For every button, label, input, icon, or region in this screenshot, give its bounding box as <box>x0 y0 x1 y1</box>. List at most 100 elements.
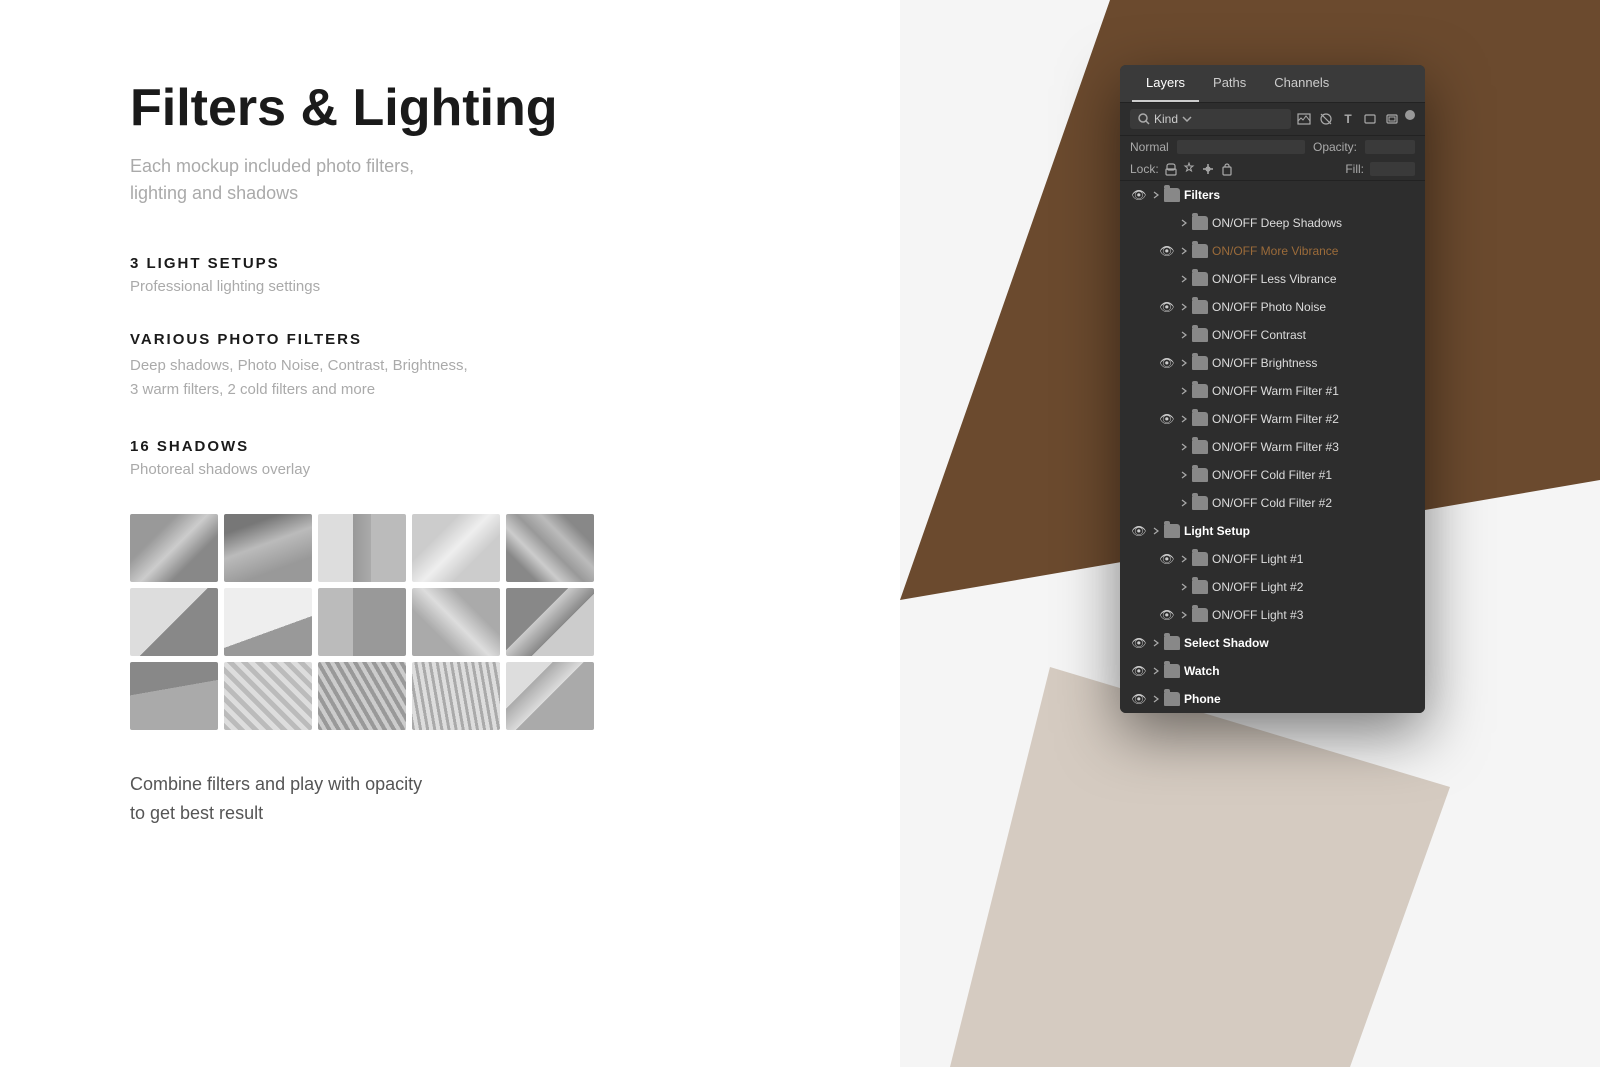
filter-shape-icon[interactable] <box>1361 110 1379 128</box>
cb-contrast <box>1140 328 1154 342</box>
folder-light-3 <box>1192 608 1208 622</box>
filter-adjustment-icon[interactable] <box>1317 110 1335 128</box>
cb-light-2 <box>1140 580 1154 594</box>
section-shadows: 16 SHADOWS Photoreal shadows overlay <box>130 438 810 478</box>
layer-name-light-3: ON/OFF Light #3 <box>1212 608 1415 622</box>
layer-brightness[interactable]: 👁 ON/OFF Brightness <box>1120 349 1425 377</box>
lock-all-icon[interactable] <box>1221 162 1233 176</box>
filter-text-icon[interactable]: T <box>1339 110 1357 128</box>
chevron-more-vibrance <box>1180 247 1188 255</box>
group-light-setup[interactable]: 👁 Light Setup <box>1120 517 1425 545</box>
layer-name-warm-1: ON/OFF Warm Filter #1 <box>1212 384 1415 398</box>
left-content: Filters & Lighting Each mockup included … <box>130 80 810 828</box>
shadow-thumb-5 <box>506 514 594 582</box>
layer-warm-filter-3[interactable]: ON/OFF Warm Filter #3 <box>1120 433 1425 461</box>
shadow-thumb-2 <box>224 514 312 582</box>
folder-watch-icon <box>1164 664 1180 678</box>
shadow-thumb-1 <box>130 514 218 582</box>
folder-light-setup-icon <box>1164 524 1180 538</box>
chevron-warm-2 <box>1180 415 1188 423</box>
group-filters[interactable]: 👁 Filters <box>1120 181 1425 209</box>
filter-smart-icon[interactable] <box>1383 110 1401 128</box>
lock-label: Lock: <box>1130 162 1159 176</box>
shadow-thumb-8 <box>318 588 406 656</box>
shadow-thumbnails-grid <box>130 514 810 730</box>
tab-channels[interactable]: Channels <box>1260 65 1343 102</box>
tab-paths[interactable]: Paths <box>1199 65 1260 102</box>
blend-opacity-row: Normal Opacity: <box>1120 136 1425 158</box>
layer-cold-filter-1[interactable]: ON/OFF Cold Filter #1 <box>1120 461 1425 489</box>
eye-phone[interactable]: 👁 <box>1130 690 1148 708</box>
layer-less-vibrance[interactable]: ON/OFF Less Vibrance <box>1120 265 1425 293</box>
layer-name-cold-2: ON/OFF Cold Filter #2 <box>1212 496 1415 510</box>
group-watch[interactable]: 👁 Watch <box>1120 657 1425 685</box>
page-title: Filters & Lighting <box>130 80 810 137</box>
folder-photo-noise <box>1192 300 1208 314</box>
cb-less-vibrance <box>1140 272 1154 286</box>
eye-filters[interactable]: 👁 <box>1130 186 1148 204</box>
filter-dot <box>1405 110 1415 120</box>
lock-art-icon[interactable] <box>1183 162 1195 176</box>
opacity-label: Opacity: <box>1313 140 1357 154</box>
layer-warm-filter-2[interactable]: 👁 ON/OFF Warm Filter #2 <box>1120 405 1425 433</box>
layer-light-2[interactable]: ON/OFF Light #2 <box>1120 573 1425 601</box>
layer-name-more-vibrance: ON/OFF More Vibrance <box>1212 244 1415 258</box>
folder-contrast <box>1192 328 1208 342</box>
layer-photo-noise[interactable]: 👁 ON/OFF Photo Noise <box>1120 293 1425 321</box>
layer-contrast[interactable]: ON/OFF Contrast <box>1120 321 1425 349</box>
eye-watch[interactable]: 👁 <box>1130 662 1148 680</box>
lock-pixels-icon[interactable] <box>1165 162 1177 176</box>
cb-cold-1 <box>1140 468 1154 482</box>
shadow-thumb-4 <box>412 514 500 582</box>
layer-warm-filter-1[interactable]: ON/OFF Warm Filter #1 <box>1120 377 1425 405</box>
folder-light-1 <box>1192 552 1208 566</box>
shadow-thumb-6 <box>130 588 218 656</box>
section3-desc: Photoreal shadows overlay <box>130 461 810 478</box>
ps-layers-panel: Layers Paths Channels Kind T <box>1120 65 1425 713</box>
chevron-filters <box>1152 191 1160 199</box>
layer-name-deep-shadows: ON/OFF Deep Shadows <box>1212 216 1415 230</box>
chevron-less-vibrance <box>1180 275 1188 283</box>
layer-name-warm-2: ON/OFF Warm Filter #2 <box>1212 412 1415 426</box>
shadow-thumb-13 <box>318 662 406 730</box>
layers-list: 👁 Filters ON/OFF Deep Shadows 👁 ON/OFF M… <box>1120 181 1425 713</box>
layer-cold-filter-2[interactable]: ON/OFF Cold Filter #2 <box>1120 489 1425 517</box>
page-subtitle: Each mockup included photo filters,light… <box>130 153 810 207</box>
layer-light-3[interactable]: 👁 ON/OFF Light #3 <box>1120 601 1425 629</box>
layer-more-vibrance[interactable]: 👁 ON/OFF More Vibrance <box>1120 237 1425 265</box>
chevron-deep-shadows <box>1180 219 1188 227</box>
cb-warm-1 <box>1140 384 1154 398</box>
folder-select-shadow-icon <box>1164 636 1180 650</box>
eye-more-vibrance[interactable]: 👁 <box>1158 242 1176 260</box>
eye-light-setup[interactable]: 👁 <box>1130 522 1148 540</box>
layer-light-1[interactable]: 👁 ON/OFF Light #1 <box>1120 545 1425 573</box>
tab-layers[interactable]: Layers <box>1132 65 1199 102</box>
chevron-brightness <box>1180 359 1188 367</box>
eye-light-1[interactable]: 👁 <box>1158 550 1176 568</box>
group-filters-name: Filters <box>1184 188 1220 202</box>
filter-image-icon[interactable] <box>1295 110 1313 128</box>
chevron-watch <box>1152 667 1160 675</box>
group-phone[interactable]: 👁 Phone <box>1120 685 1425 713</box>
layer-name-cold-1: ON/OFF Cold Filter #1 <box>1212 468 1415 482</box>
eye-light-3[interactable]: 👁 <box>1158 606 1176 624</box>
kind-selector[interactable]: Kind <box>1130 109 1291 129</box>
cb-deep-shadows <box>1140 216 1154 230</box>
layer-deep-shadows[interactable]: ON/OFF Deep Shadows <box>1120 209 1425 237</box>
section1-heading: 3 LIGHT SETUPS <box>130 255 810 272</box>
section2-desc: Deep shadows, Photo Noise, Contrast, Bri… <box>130 354 810 402</box>
section-light-setups: 3 LIGHT SETUPS Professional lighting set… <box>130 255 810 295</box>
lock-position-icon[interactable] <box>1201 162 1215 176</box>
ps-tabs: Layers Paths Channels <box>1120 65 1425 103</box>
eye-warm-2[interactable]: 👁 <box>1158 410 1176 428</box>
layer-name-light-1: ON/OFF Light #1 <box>1212 552 1415 566</box>
eye-photo-noise[interactable]: 👁 <box>1158 298 1176 316</box>
section2-heading: VARIOUS PHOTO FILTERS <box>130 331 810 348</box>
chevron-contrast <box>1180 331 1188 339</box>
blend-mode-label[interactable]: Normal <box>1130 140 1169 154</box>
eye-brightness[interactable]: 👁 <box>1158 354 1176 372</box>
shadow-thumb-12 <box>224 662 312 730</box>
cb-warm-2 <box>1140 412 1154 426</box>
eye-select-shadow[interactable]: 👁 <box>1130 634 1148 652</box>
group-select-shadow[interactable]: 👁 Select Shadow <box>1120 629 1425 657</box>
